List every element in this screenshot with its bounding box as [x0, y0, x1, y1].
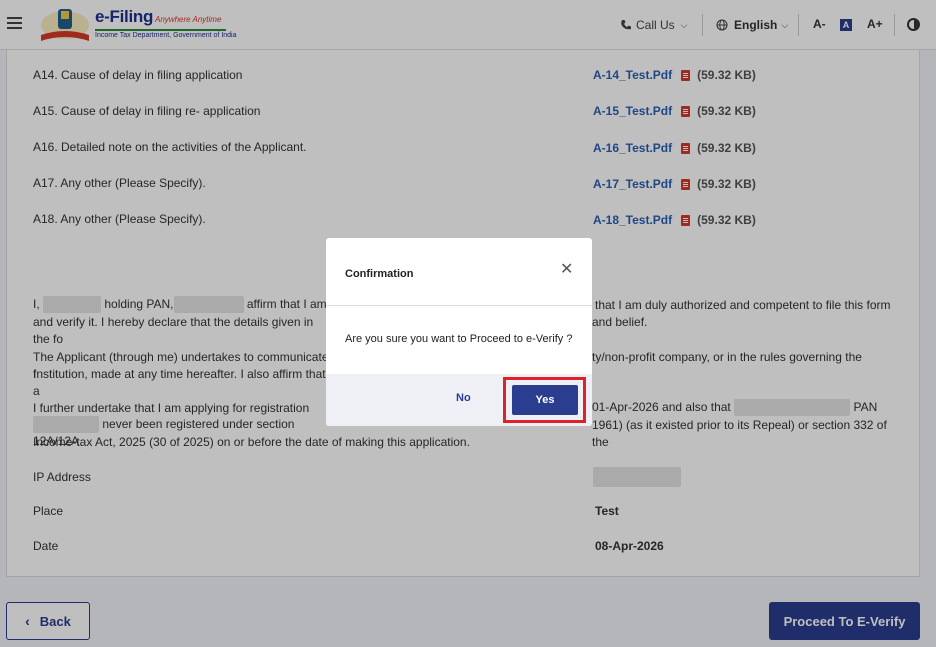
yes-button[interactable]: Yes [512, 385, 578, 415]
dialog-title: Confirmation [345, 268, 414, 280]
close-icon[interactable]: ✕ [560, 259, 573, 279]
dialog-footer: No Yes [326, 374, 592, 426]
confirmation-dialog: Confirmation ✕ Are you sure you want to … [326, 238, 592, 426]
no-button[interactable]: No [456, 392, 471, 404]
dialog-message: Are you sure you want to Proceed to e-Ve… [345, 333, 573, 345]
dialog-divider [326, 305, 592, 306]
